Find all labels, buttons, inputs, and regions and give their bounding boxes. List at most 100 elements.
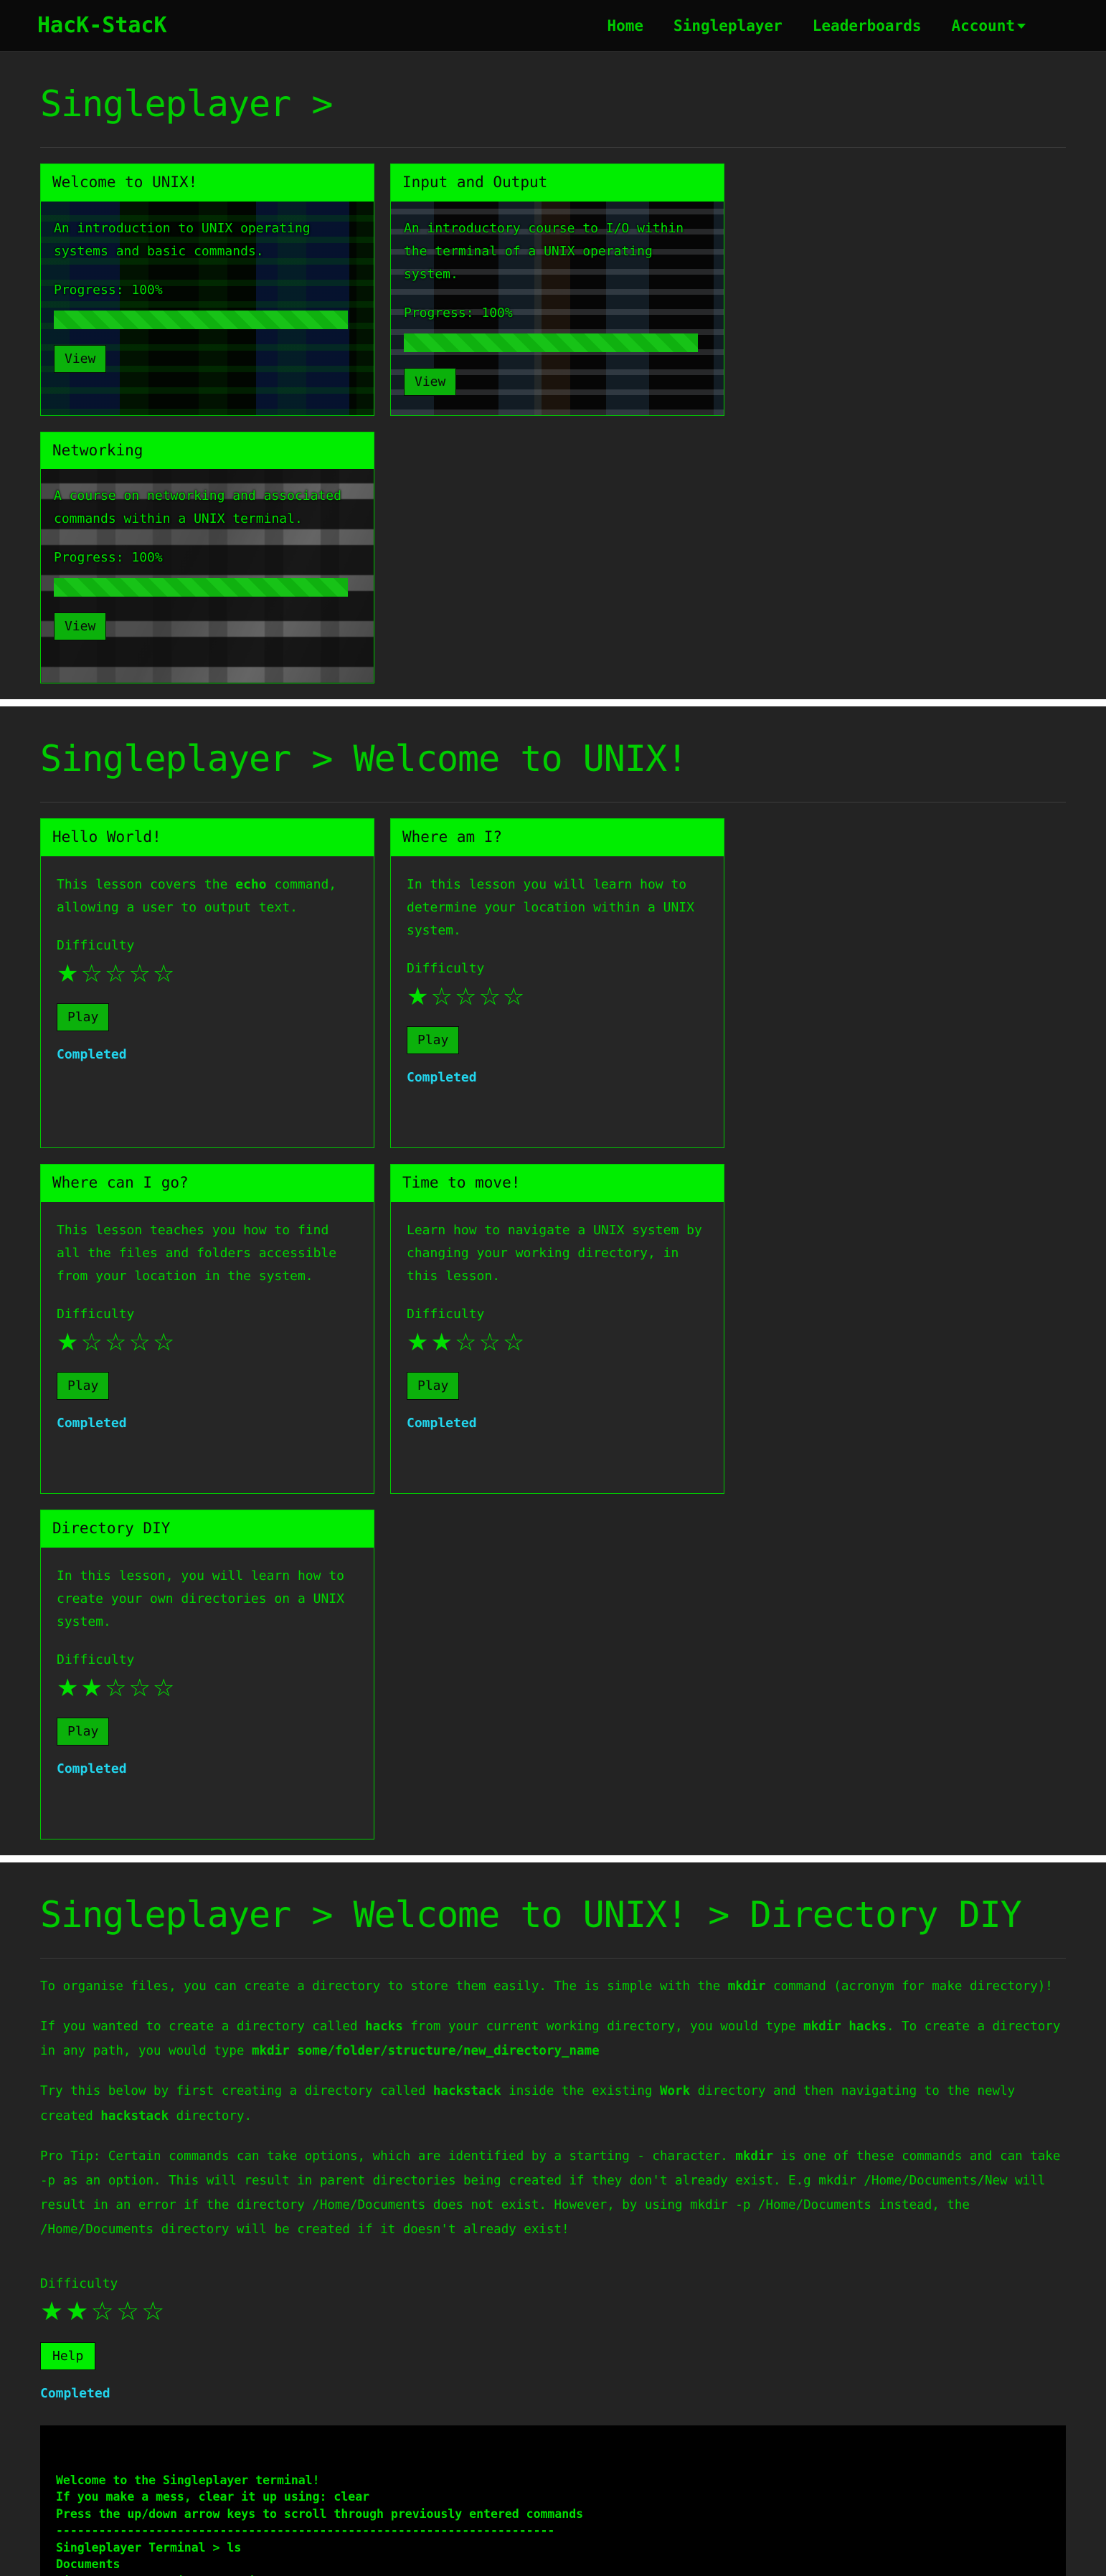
view-course-button[interactable]: View xyxy=(54,612,106,640)
lesson-card-title: Directory DIY xyxy=(41,1510,374,1548)
lesson-card-row: Hello World! This lesson covers the echo… xyxy=(40,802,1066,1839)
lesson-paragraph: Pro Tip: Certain commands can take optio… xyxy=(40,2144,1066,2243)
play-lesson-button[interactable]: Play xyxy=(57,1003,109,1031)
inline-command: Work xyxy=(660,2084,690,2098)
terminal-line: Singleplayer Terminal > ls xyxy=(56,2539,1050,2556)
inline-text: Pro Tip: Certain commands can take optio… xyxy=(40,2149,735,2164)
terminal-line: Welcome to the Singleplayer terminal! xyxy=(56,2472,1050,2489)
course-card-content: An introductory course to I/O within the… xyxy=(391,202,724,396)
difficulty-label: Difficulty xyxy=(57,1652,358,1667)
view-course-button[interactable]: View xyxy=(404,368,456,396)
course-progress-label: Progress: 100% xyxy=(54,546,361,569)
nav-item-leaderboards[interactable]: Leaderboards xyxy=(813,17,922,34)
course-progress-label: Progress: 100% xyxy=(54,279,361,302)
nav-item-singleplayer[interactable]: Singleplayer xyxy=(673,17,783,34)
difficulty-stars: ★★☆☆☆ xyxy=(57,1673,358,1704)
inline-text: Try this below by first creating a direc… xyxy=(40,2084,433,2098)
lesson-detail-page-title: Singleplayer > Welcome to UNIX! > Direct… xyxy=(40,1862,1066,1936)
brand-logo[interactable]: HacK-StacK xyxy=(37,13,167,38)
lesson-card-title: Hello World! xyxy=(41,819,374,856)
courses-section: Singleplayer > Welcome to UNIX! An intro… xyxy=(0,52,1106,699)
status-badge: Completed xyxy=(407,1070,708,1085)
course-description: An introduction to UNIX operating system… xyxy=(54,217,361,263)
difficulty-stars: ★☆☆☆☆ xyxy=(57,1327,358,1358)
course-card[interactable]: Networking A course on networking and as… xyxy=(40,432,374,684)
section-divider xyxy=(0,699,1106,706)
course-progress-bar xyxy=(404,333,698,352)
lesson-desc-pre: This lesson covers the xyxy=(57,877,235,892)
nav-links: Home Singleplayer Leaderboards Account xyxy=(607,17,1069,34)
lesson-paragraph: Try this below by first creating a direc… xyxy=(40,2079,1066,2128)
lesson-card[interactable]: Directory DIY In this lesson, you will l… xyxy=(40,1510,374,1839)
course-card-row: Welcome to UNIX! An introduction to UNIX… xyxy=(40,148,1066,699)
difficulty-label: Difficulty xyxy=(407,961,708,976)
view-course-button[interactable]: View xyxy=(54,345,106,373)
nav-item-account[interactable]: Account xyxy=(951,17,1026,34)
inline-command: mkdir xyxy=(735,2149,773,2164)
lesson-detail-paragraphs: To organise files, you can create a dire… xyxy=(40,1974,1066,2242)
course-card-body: A course on networking and associated co… xyxy=(41,469,374,683)
lesson-card[interactable]: Hello World! This lesson covers the echo… xyxy=(40,818,374,1148)
terminal-line: If you make a mess, clear it up using: c… xyxy=(56,2489,1050,2505)
lesson-card[interactable]: Time to move! Learn how to navigate a UN… xyxy=(390,1164,724,1494)
status-badge: Completed xyxy=(40,2386,1066,2401)
difficulty-stars: ★☆☆☆☆ xyxy=(57,959,358,990)
course-card-body: An introductory course to I/O within the… xyxy=(391,202,724,415)
inline-text: command (acronym for make directory)! xyxy=(765,1979,1052,1994)
lesson-card-body: This lesson teaches you how to find all … xyxy=(41,1202,374,1447)
help-button[interactable]: Help xyxy=(40,2342,95,2370)
lesson-card-body: Learn how to navigate a UNIX system by c… xyxy=(391,1202,724,1447)
difficulty-stars: ★☆☆☆☆ xyxy=(407,982,708,1013)
terminal-line: Press the up/down arrow keys to scroll t… xyxy=(56,2506,1050,2522)
nav-item-account-label: Account xyxy=(951,17,1015,34)
difficulty-stars: ★★☆☆☆ xyxy=(40,2297,1066,2326)
inline-command: hackstack xyxy=(433,2084,501,2098)
course-card-content: An introduction to UNIX operating system… xyxy=(41,202,374,373)
course-progress-fill xyxy=(404,333,698,352)
inline-text: If you wanted to create a directory call… xyxy=(40,2019,365,2034)
lesson-card-title: Where am I? xyxy=(391,819,724,856)
inline-text: directory. xyxy=(169,2109,252,2123)
course-card-title: Input and Output xyxy=(391,164,724,202)
title-divider xyxy=(40,1958,1066,1959)
course-card-content: A course on networking and associated co… xyxy=(41,469,374,640)
course-description: An introductory course to I/O within the… xyxy=(404,217,711,286)
chevron-down-icon xyxy=(1017,24,1026,29)
play-lesson-button[interactable]: Play xyxy=(407,1026,459,1054)
course-progress-bar xyxy=(54,311,348,329)
course-card[interactable]: Welcome to UNIX! An introduction to UNIX… xyxy=(40,164,374,416)
status-badge: Completed xyxy=(407,1416,708,1431)
lesson-paragraph: If you wanted to create a directory call… xyxy=(40,2014,1066,2063)
lesson-description: In this lesson, you will learn how to cr… xyxy=(57,1565,358,1634)
lesson-description: This lesson teaches you how to find all … xyxy=(57,1219,358,1288)
inline-command: mkdir xyxy=(728,1979,766,1994)
difficulty-label: Difficulty xyxy=(407,1307,708,1322)
lessons-page-title: Singleplayer > Welcome to UNIX! xyxy=(40,706,1066,780)
difficulty-label: Difficulty xyxy=(57,1307,358,1322)
lessons-section: Singleplayer > Welcome to UNIX! Hello Wo… xyxy=(0,706,1106,1855)
play-lesson-button[interactable]: Play xyxy=(57,1372,109,1400)
lesson-card-body: In this lesson, you will learn how to cr… xyxy=(41,1548,374,1793)
course-progress-bar xyxy=(54,578,348,597)
lesson-card-body: This lesson covers the echo command, all… xyxy=(41,856,374,1079)
inline-text: inside the existing xyxy=(501,2084,660,2098)
lesson-card[interactable]: Where am I? In this lesson you will lear… xyxy=(390,818,724,1148)
inline-command: mkdir hacks xyxy=(803,2019,887,2034)
lesson-description: This lesson covers the echo command, all… xyxy=(57,873,358,919)
inline-text: To organise files, you can create a dire… xyxy=(40,1979,728,1994)
lesson-card[interactable]: Where can I go? This lesson teaches you … xyxy=(40,1164,374,1494)
course-card-title: Welcome to UNIX! xyxy=(41,164,374,202)
nav-item-home[interactable]: Home xyxy=(607,17,643,34)
lesson-paragraph: To organise files, you can create a dire… xyxy=(40,1974,1066,1999)
play-lesson-button[interactable]: Play xyxy=(407,1372,459,1400)
singleplayer-terminal[interactable]: Welcome to the Singleplayer terminal!If … xyxy=(40,2425,1066,2576)
status-badge: Completed xyxy=(57,1416,358,1431)
section-divider xyxy=(0,1855,1106,1862)
inline-command: mkdir some/folder/structure/new_director… xyxy=(252,2044,600,2058)
inline-command: hacks xyxy=(365,2019,403,2034)
inline-text: from your current working directory, you… xyxy=(403,2019,803,2034)
course-progress-label: Progress: 100% xyxy=(404,302,711,325)
lesson-card-title: Time to move! xyxy=(391,1165,724,1202)
play-lesson-button[interactable]: Play xyxy=(57,1718,109,1746)
course-card[interactable]: Input and Output An introductory course … xyxy=(390,164,724,416)
